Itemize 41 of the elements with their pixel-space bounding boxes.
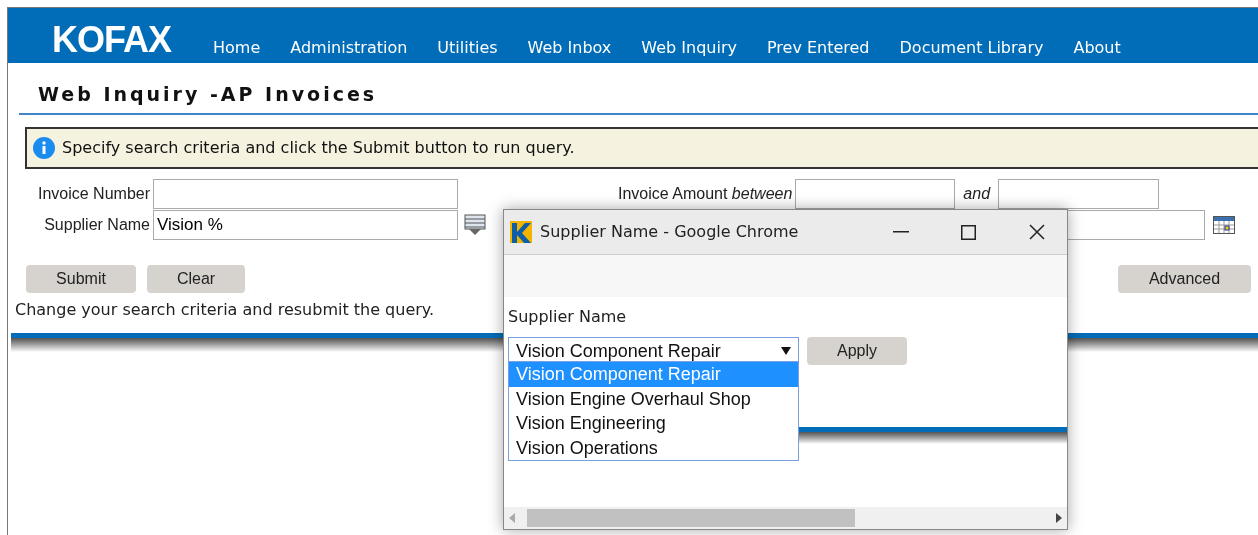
- list-icon[interactable]: [464, 213, 486, 236]
- horizontal-scrollbar[interactable]: [504, 507, 1067, 529]
- amount-to-field[interactable]: [998, 178, 1160, 209]
- dropdown-option[interactable]: Vision Operations: [509, 435, 798, 460]
- minimize-icon[interactable]: [893, 231, 910, 233]
- logo: KOFAX: [52, 22, 171, 58]
- app-icon: [510, 221, 532, 243]
- scroll-right-icon[interactable]: [1055, 513, 1063, 523]
- maximize-icon[interactable]: [961, 224, 977, 240]
- close-icon[interactable]: [1029, 224, 1046, 240]
- field-label: Supplier Name: [508, 307, 627, 326]
- submit-button[interactable]: Submit: [26, 264, 136, 293]
- clear-button[interactable]: Clear: [147, 264, 245, 293]
- nav-link[interactable]: Document Library: [899, 36, 1044, 60]
- nav-link[interactable]: Administration: [290, 36, 408, 60]
- nav-link[interactable]: Prev Entered: [766, 36, 870, 60]
- invoice-number-field[interactable]: [153, 178, 458, 209]
- field-label: Invoice Amount between: [618, 183, 794, 204]
- nav-link[interactable]: Web Inbox: [527, 36, 612, 60]
- nav-link[interactable]: Home: [213, 36, 261, 60]
- nav-link[interactable]: Web Inquiry: [641, 36, 737, 60]
- scrollbar-thumb[interactable]: [527, 509, 855, 527]
- dropdown-option[interactable]: Vision Engine Overhaul Shop: [509, 386, 798, 411]
- apply-button[interactable]: Apply: [807, 337, 907, 365]
- amount-from-field[interactable]: [795, 178, 956, 209]
- info-message: Specify search criteria and click the Submit button to run query.: [62, 136, 575, 159]
- supplier-name-field[interactable]: Vision %: [153, 209, 458, 240]
- nav-link[interactable]: About: [1073, 36, 1121, 60]
- field-label: Invoice Number: [36, 183, 151, 204]
- scroll-left-icon[interactable]: [508, 513, 516, 523]
- status-text: Change your search criteria and resubmit the query.: [15, 299, 435, 319]
- info-icon: [33, 136, 55, 159]
- calendar-icon[interactable]: [1213, 215, 1235, 234]
- field-label: Supplier Name: [43, 214, 151, 235]
- dropdown-option[interactable]: Vision Engineering: [509, 411, 798, 436]
- field-label: and: [962, 183, 992, 204]
- dropdown-arrow-icon: [781, 347, 791, 355]
- popup-title: Supplier Name - Google Chrome: [540, 221, 799, 243]
- nav-link[interactable]: Utilities: [437, 36, 498, 60]
- page-title: Web Inquiry -AP Invoices: [38, 83, 378, 105]
- advanced-button[interactable]: Advanced: [1118, 264, 1251, 293]
